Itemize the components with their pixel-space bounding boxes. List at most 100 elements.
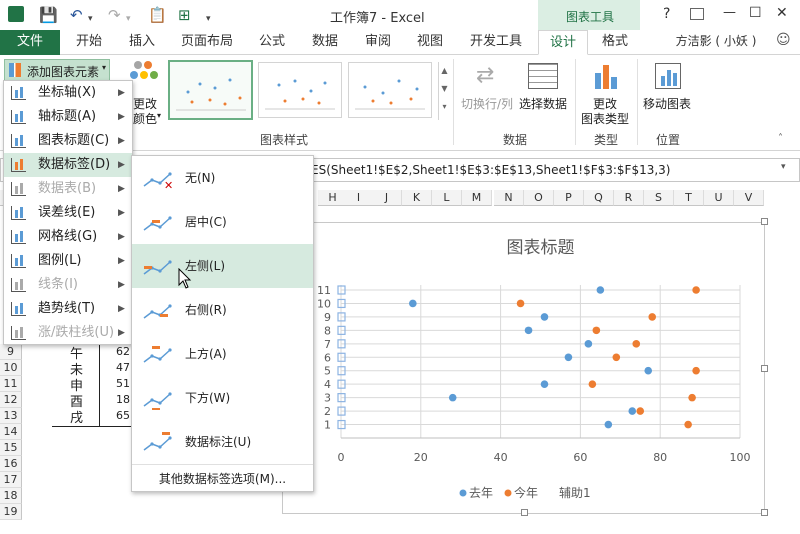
column-header-s[interactable]: S: [644, 190, 674, 206]
above-icon: [143, 346, 172, 363]
menu-item-legend[interactable]: 图例(L) ▶: [4, 249, 132, 273]
row-header-17[interactable]: 17: [0, 472, 22, 488]
column-header-m[interactable]: M: [462, 190, 492, 206]
user-name[interactable]: 方洁影 ( 小妖 ): [656, 30, 776, 55]
submenu-item-none[interactable]: ✕ 无(N): [132, 156, 313, 200]
close-button[interactable]: ✕: [776, 5, 788, 21]
menu-item-label: 线条(I): [38, 277, 78, 292]
column-header-l[interactable]: L: [432, 190, 462, 206]
restore-button[interactable]: ☐: [749, 5, 762, 21]
tab-design[interactable]: 设计: [538, 30, 588, 55]
submenu-item-callout[interactable]: 数据标注(U): [132, 420, 313, 464]
chart-style-1[interactable]: [168, 60, 253, 120]
row-header-12[interactable]: 12: [0, 392, 22, 408]
tab-file[interactable]: 文件: [0, 30, 60, 55]
column-header-j[interactable]: J: [372, 190, 402, 206]
column-header-r[interactable]: R: [614, 190, 644, 206]
chevron-right-icon: ▶: [118, 256, 125, 266]
tab-formulas[interactable]: 公式: [250, 30, 294, 55]
row-header-13[interactable]: 13: [0, 408, 22, 424]
menu-item-axis-title[interactable]: 轴标题(A) ▶: [4, 105, 132, 129]
form-icon[interactable]: ⊞: [178, 5, 191, 25]
undo-dropdown-icon[interactable]: ▾: [88, 9, 93, 29]
ribbon-options-icon[interactable]: [690, 8, 704, 20]
legend-marker: [459, 489, 467, 497]
row-header-16[interactable]: 16: [0, 456, 22, 472]
chart-style-3[interactable]: [348, 62, 432, 118]
row-header-9[interactable]: 9: [0, 344, 22, 360]
account-icon[interactable]: ☺: [776, 32, 791, 48]
column-header-p[interactable]: P: [554, 190, 584, 206]
row-header-19[interactable]: 19: [0, 504, 22, 520]
column-header-i[interactable]: I: [344, 190, 374, 206]
redo-dropdown-icon[interactable]: ▾: [126, 9, 131, 29]
column-header-n[interactable]: N: [494, 190, 524, 206]
minimize-button[interactable]: —: [723, 5, 736, 20]
row-header-10[interactable]: 10: [0, 360, 22, 376]
column-header-k[interactable]: K: [402, 190, 432, 206]
scatter-chart[interactable]: 图表标题 1234567891011 0 20 40 60 80 100 去年 今年 辅助1: [283, 223, 766, 515]
move-chart-button[interactable]: 移动图表: [643, 95, 691, 112]
column-header-u[interactable]: U: [704, 190, 734, 206]
menu-item-label: 轴标题(A): [38, 109, 97, 124]
column-header-o[interactable]: O: [524, 190, 554, 206]
tab-developer[interactable]: 开发工具: [462, 30, 530, 55]
undo-icon[interactable]: ↶: [70, 5, 83, 25]
add-chart-element-button[interactable]: 添加图表元素 ▾: [4, 59, 110, 81]
tab-data[interactable]: 数据: [302, 30, 348, 55]
y-tick-label: 4: [324, 378, 331, 391]
customize-qat-icon[interactable]: ▾: [206, 9, 211, 29]
legend-entry: 去年: [469, 486, 493, 500]
styles-scroll[interactable]: ▲ ▼ ▾: [438, 62, 450, 120]
submenu-item-below[interactable]: 下方(W): [132, 376, 313, 420]
more-data-label-options[interactable]: 其他数据标签选项(M)...: [132, 464, 313, 492]
change-chart-type-label[interactable]: 图表类型: [581, 110, 629, 127]
style-thumbnail-icon: [355, 79, 425, 110]
row-header-15[interactable]: 15: [0, 440, 22, 456]
data-point: [636, 407, 645, 415]
row-header-14[interactable]: 14: [0, 424, 22, 440]
row-header-11[interactable]: 11: [0, 376, 22, 392]
expand-formula-icon[interactable]: ▾: [781, 162, 786, 172]
tab-view[interactable]: 视图: [408, 30, 452, 55]
menu-item-data-labels[interactable]: 数据标签(D) ▶: [4, 153, 132, 177]
tab-format[interactable]: 格式: [592, 30, 638, 55]
menu-item-chart-title[interactable]: 图表标题(C) ▶: [4, 129, 132, 153]
paste-icon[interactable]: 📋: [148, 5, 167, 25]
resize-handle[interactable]: [761, 509, 768, 516]
column-header-q[interactable]: Q: [584, 190, 614, 206]
submenu-item-center[interactable]: 居中(C): [132, 200, 313, 244]
column-header-t[interactable]: T: [674, 190, 704, 206]
collapse-ribbon-icon[interactable]: ˄: [778, 133, 783, 144]
menu-item-trendline[interactable]: 趋势线(T) ▶: [4, 297, 132, 321]
redo-icon[interactable]: ↷: [108, 5, 121, 25]
switch-row-column-button[interactable]: 切换行/列: [461, 95, 513, 112]
chevron-right-icon: ▶: [118, 280, 125, 290]
menu-item-error-bars[interactable]: 误差线(E) ▶: [4, 201, 132, 225]
submenu-item-right[interactable]: 右侧(R): [132, 288, 313, 332]
help-button[interactable]: ?: [663, 6, 670, 22]
tab-home[interactable]: 开始: [64, 30, 114, 55]
submenu-item-above[interactable]: 上方(A): [132, 332, 313, 376]
chart-area[interactable]: 图表标题 1 2 3 4 5 6 7 8 9 10 11 0 20 40 60 80 100 去年 今年 辅助1: [282, 222, 765, 514]
select-data-button[interactable]: 选择数据: [519, 95, 567, 112]
resize-handle[interactable]: [761, 365, 768, 372]
menu-item-axes[interactable]: 坐标轴(X) ▶: [4, 81, 132, 105]
tab-review[interactable]: 审阅: [356, 30, 400, 55]
resize-handle[interactable]: [521, 509, 528, 516]
colors-dropdown-icon[interactable]: ▾: [157, 111, 161, 120]
submenu-item-left[interactable]: 左侧(L): [132, 244, 313, 288]
column-header-v[interactable]: V: [734, 190, 764, 206]
chart-style-2[interactable]: [258, 62, 342, 118]
row-header-18[interactable]: 18: [0, 488, 22, 504]
resize-handle[interactable]: [761, 218, 768, 225]
switch-row-column-icon: ⇄: [476, 63, 495, 88]
formula-text[interactable]: ES(Sheet1!$E$2,Sheet1!$E$3:$E$13,Sheet1!…: [311, 163, 670, 177]
save-icon[interactable]: 💾: [39, 5, 58, 25]
tab-page-layout[interactable]: 页面布局: [172, 30, 242, 55]
menu-item-gridlines[interactable]: 网格线(G) ▶: [4, 225, 132, 249]
tab-insert[interactable]: 插入: [118, 30, 166, 55]
cell-value: 18: [116, 393, 130, 406]
legend-icon: [11, 254, 26, 268]
change-colors-label-2[interactable]: 颜色: [133, 110, 157, 127]
